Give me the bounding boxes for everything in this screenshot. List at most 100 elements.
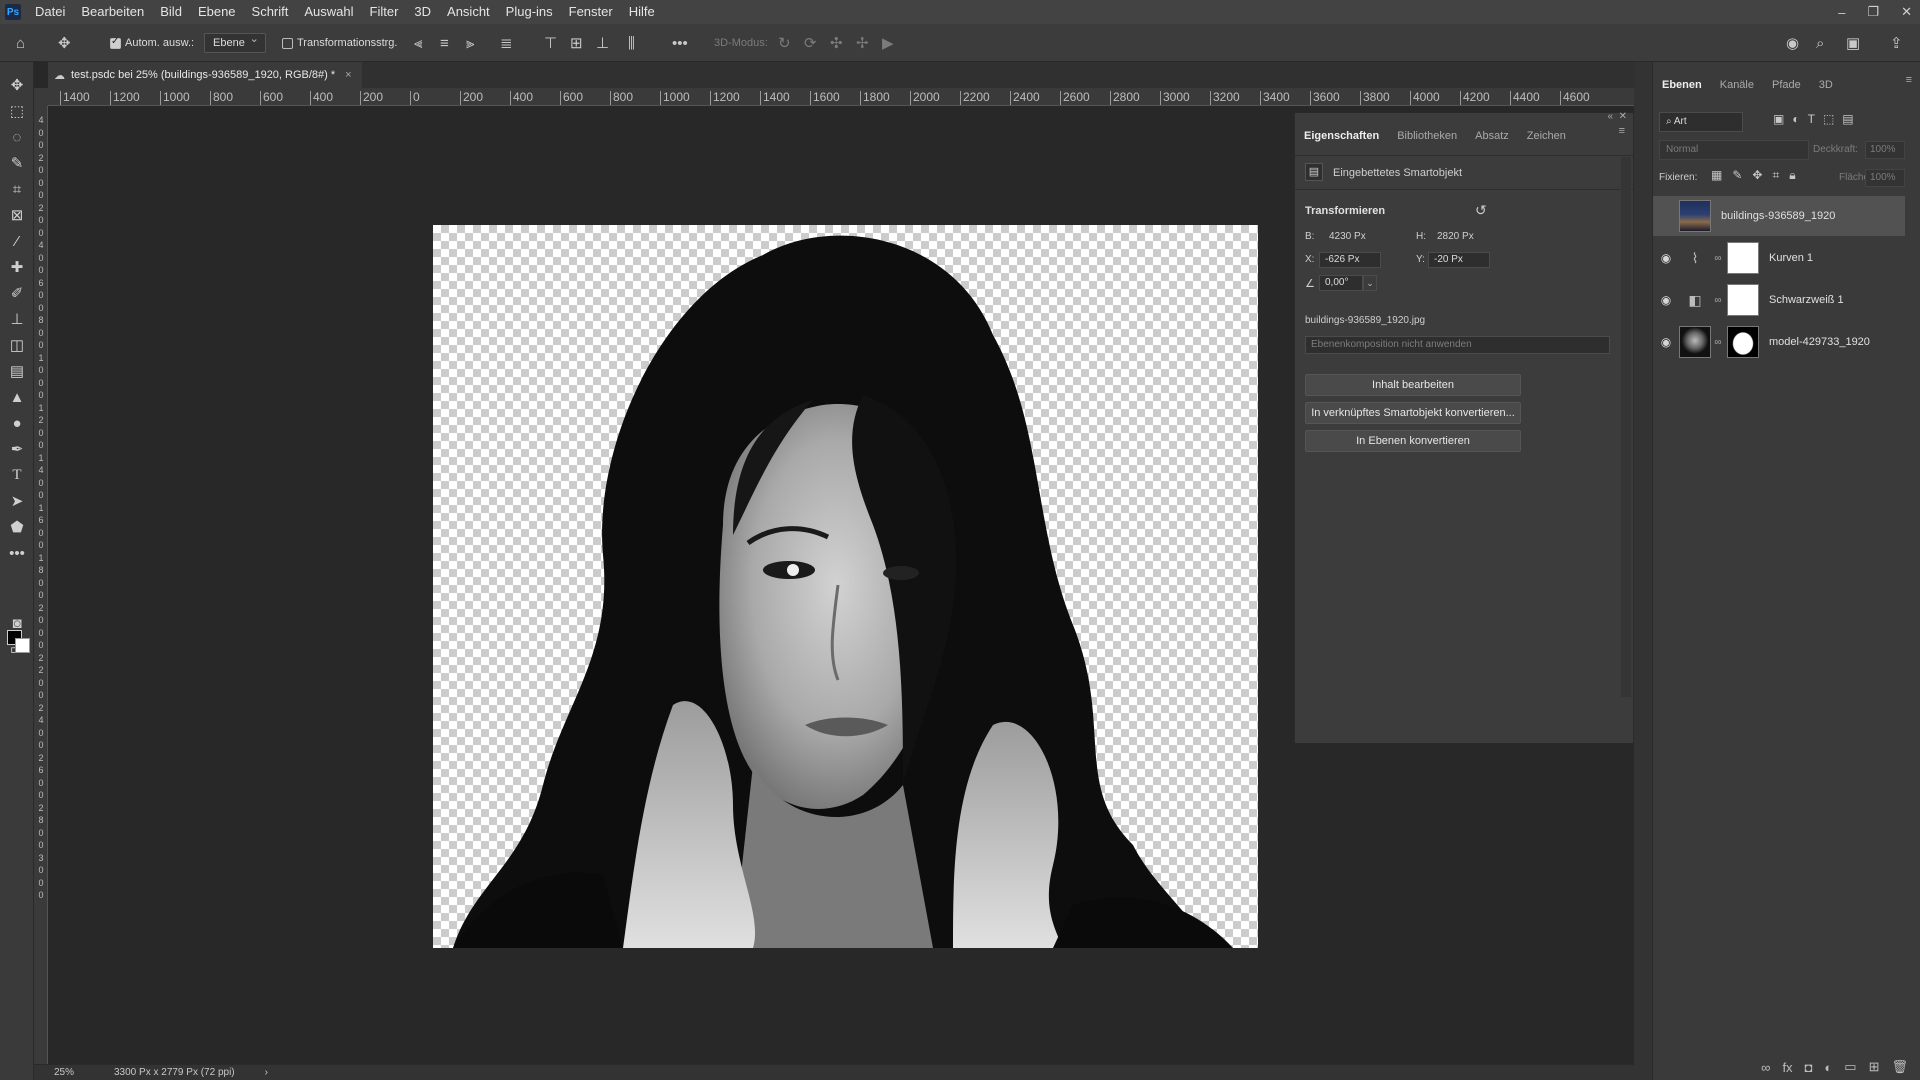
menu-datei[interactable]: Datei bbox=[27, 0, 73, 24]
blur-tool-icon[interactable]: ▲ bbox=[6, 386, 28, 408]
more-options-icon[interactable]: ••• bbox=[672, 24, 694, 62]
tab-ebenen[interactable]: Ebenen bbox=[1653, 74, 1711, 96]
tab-eigenschaften[interactable]: Eigenschaften bbox=[1295, 125, 1388, 147]
move-tool-icon[interactable]: ✥ bbox=[58, 24, 82, 62]
align-left-icon[interactable]: ⫷ bbox=[414, 24, 434, 62]
distribute-vertical-icon[interactable]: ⫼ bbox=[628, 24, 648, 62]
close-panel-icon[interactable]: ✕ bbox=[1619, 111, 1627, 122]
menu-ebene[interactable]: Ebene bbox=[190, 0, 244, 24]
auto-select-checkbox[interactable] bbox=[110, 36, 121, 49]
opacity-field[interactable]: 100% bbox=[1865, 141, 1905, 159]
collapse-panel-icon[interactable]: « bbox=[1607, 111, 1613, 122]
workspace-icon[interactable]: ▣ bbox=[1846, 24, 1868, 62]
convert-to-linked-button[interactable]: In verknüpftes Smartobjekt konvertieren.… bbox=[1305, 402, 1521, 424]
quick-select-tool-icon[interactable]: ✎ bbox=[6, 152, 28, 174]
filter-type-icon[interactable]: T bbox=[1808, 112, 1815, 132]
auto-select-dropdown[interactable]: Ebene bbox=[204, 32, 266, 53]
menu-plugins[interactable]: Plug-ins bbox=[498, 0, 561, 24]
layer-name[interactable]: model-429733_1920 bbox=[1769, 336, 1870, 348]
transform-controls-checkbox[interactable] bbox=[282, 37, 293, 49]
distribute-icon[interactable]: ≣ bbox=[500, 24, 520, 62]
close-tab-button[interactable]: × bbox=[345, 69, 351, 81]
width-value[interactable]: 4230 Px bbox=[1329, 231, 1366, 242]
background-color-swatch[interactable] bbox=[15, 638, 30, 653]
align-middle-icon[interactable]: ⊞ bbox=[570, 24, 590, 62]
eraser-tool-icon[interactable]: ◫ bbox=[6, 334, 28, 356]
layer-row[interactable]: ◉ ◧ ∞ Schwarzweiß 1 bbox=[1653, 280, 1905, 320]
visibility-toggle[interactable]: ◉ bbox=[1655, 209, 1677, 223]
lock-all-icon[interactable]: 🔒︎ bbox=[1789, 168, 1795, 183]
link-icon[interactable]: ∞ bbox=[1713, 253, 1723, 264]
status-arrow-icon[interactable]: › bbox=[265, 1067, 268, 1078]
gradient-tool-icon[interactable]: ▤ bbox=[6, 360, 28, 382]
tab-pfade[interactable]: Pfade bbox=[1763, 74, 1810, 96]
menu-schrift[interactable]: Schrift bbox=[244, 0, 297, 24]
menu-3d[interactable]: 3D bbox=[406, 0, 439, 24]
share-icon[interactable]: ⇪ bbox=[1890, 24, 1912, 62]
fx-icon[interactable]: fx bbox=[1782, 1060, 1792, 1075]
lock-position-icon[interactable]: ✥ bbox=[1752, 168, 1762, 183]
layer-row[interactable]: ◉ buildings-936589_1920 bbox=[1653, 196, 1905, 236]
document-tab[interactable]: ☁ test.psdc bei 25% (buildings-936589_19… bbox=[48, 62, 362, 88]
healing-brush-tool-icon[interactable]: ✚ bbox=[6, 256, 28, 278]
document-canvas[interactable] bbox=[433, 225, 1258, 948]
layers-menu-icon[interactable]: ≡ bbox=[1906, 74, 1912, 96]
height-value[interactable]: 2820 Px bbox=[1437, 231, 1474, 242]
tab-zeichen[interactable]: Zeichen bbox=[1518, 125, 1575, 147]
link-icon[interactable]: ∞ bbox=[1713, 295, 1723, 306]
minimize-button[interactable]: – bbox=[1838, 5, 1845, 20]
panel-menu-icon[interactable]: ≡ bbox=[1619, 125, 1625, 147]
menu-fenster[interactable]: Fenster bbox=[561, 0, 621, 24]
layer-filter-dropdown[interactable]: ⌕ Art bbox=[1659, 112, 1743, 132]
filter-shape-icon[interactable]: ⬚ bbox=[1823, 112, 1834, 132]
menu-hilfe[interactable]: Hilfe bbox=[621, 0, 663, 24]
layer-name[interactable]: buildings-936589_1920 bbox=[1721, 210, 1835, 222]
folder-icon[interactable]: ▭ bbox=[1844, 1059, 1856, 1075]
menu-filter[interactable]: Filter bbox=[362, 0, 407, 24]
restore-button[interactable]: ❐ bbox=[1867, 4, 1879, 20]
path-select-tool-icon[interactable]: ➤ bbox=[6, 490, 28, 512]
crop-tool-icon[interactable]: ⌗ bbox=[6, 178, 28, 200]
layer-name[interactable]: Kurven 1 bbox=[1769, 252, 1813, 264]
y-position-field[interactable]: -20 Px bbox=[1428, 252, 1490, 268]
search-icon[interactable]: ⌕ bbox=[1816, 24, 1838, 62]
layer-row[interactable]: ◉ ⌇ ∞ Kurven 1 bbox=[1653, 238, 1905, 278]
properties-scrollbar[interactable] bbox=[1621, 157, 1631, 697]
3d-orbit-icon[interactable]: ↻ bbox=[778, 24, 798, 62]
tab-bibliotheken[interactable]: Bibliotheken bbox=[1388, 125, 1466, 147]
fill-field[interactable]: 100% bbox=[1865, 169, 1905, 187]
link-icon[interactable]: ∞ bbox=[1713, 337, 1723, 348]
menu-bearbeiten[interactable]: Bearbeiten bbox=[73, 0, 152, 24]
menu-ansicht[interactable]: Ansicht bbox=[439, 0, 498, 24]
eye-icon[interactable]: ◉ bbox=[1655, 251, 1677, 265]
angle-field[interactable]: 0,00° bbox=[1319, 275, 1363, 291]
brush-tool-icon[interactable]: ✐ bbox=[6, 282, 28, 304]
layer-name[interactable]: Schwarzweiß 1 bbox=[1769, 294, 1844, 306]
zoom-level[interactable]: 25% bbox=[54, 1067, 104, 1078]
menu-bild[interactable]: Bild bbox=[152, 0, 190, 24]
lasso-tool-icon[interactable]: ◌ bbox=[6, 126, 28, 148]
trash-icon[interactable]: 🗑︎ bbox=[1891, 1059, 1908, 1075]
link-layers-icon[interactable]: ∞ bbox=[1761, 1060, 1770, 1075]
tab-kanaele[interactable]: Kanäle bbox=[1711, 74, 1763, 96]
edit-contents-button[interactable]: Inhalt bearbeiten bbox=[1305, 374, 1521, 396]
lock-pixels-icon[interactable]: ✎ bbox=[1732, 168, 1742, 183]
align-center-icon[interactable]: ≡ bbox=[440, 24, 460, 62]
stamp-tool-icon[interactable]: ⊥ bbox=[6, 308, 28, 330]
eye-icon[interactable]: ◉ bbox=[1655, 335, 1677, 349]
align-bottom-icon[interactable]: ⊥ bbox=[596, 24, 616, 62]
filter-adjustment-icon[interactable]: ◐ bbox=[1792, 112, 1799, 132]
move-tool-icon[interactable]: ✥ bbox=[6, 74, 28, 96]
align-top-icon[interactable]: ⊤ bbox=[544, 24, 564, 62]
type-tool-icon[interactable]: T bbox=[6, 464, 28, 486]
x-position-field[interactable]: -626 Px bbox=[1319, 252, 1381, 268]
reset-transform-icon[interactable]: ↺ bbox=[1475, 202, 1487, 219]
dodge-tool-icon[interactable]: ● bbox=[6, 412, 28, 434]
eye-icon[interactable]: ◉ bbox=[1655, 293, 1677, 307]
adjustment-layer-icon[interactable]: ◐ bbox=[1824, 1060, 1832, 1075]
home-icon[interactable]: ⌂ bbox=[16, 24, 40, 62]
tab-absatz[interactable]: Absatz bbox=[1466, 125, 1518, 147]
filter-smart-icon[interactable]: ▤ bbox=[1842, 112, 1853, 132]
convert-to-layers-button[interactable]: In Ebenen konvertieren bbox=[1305, 430, 1521, 452]
menu-auswahl[interactable]: Auswahl bbox=[296, 0, 361, 24]
